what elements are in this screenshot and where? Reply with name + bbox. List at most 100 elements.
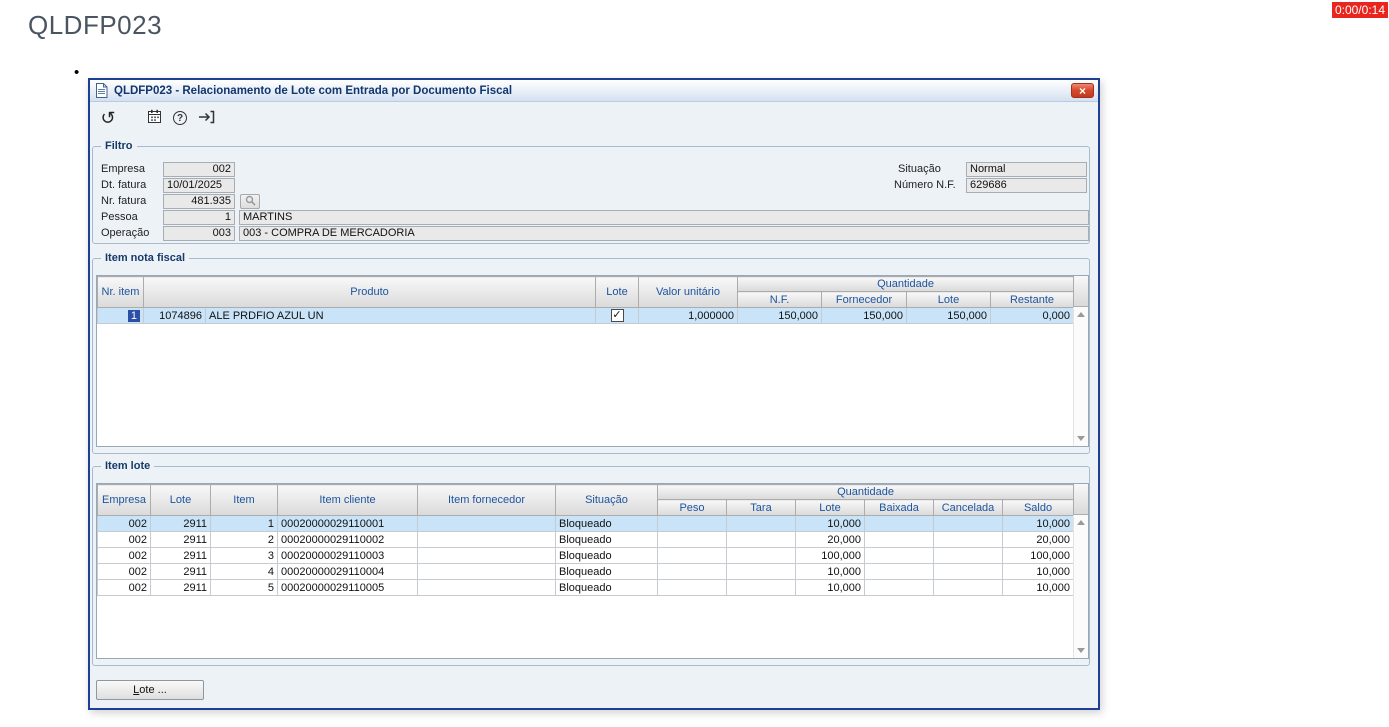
cell-item[interactable]: 4: [210, 563, 278, 580]
cell-cancelada[interactable]: [933, 515, 1003, 532]
cell-saldo[interactable]: 100,000: [1001, 547, 1075, 564]
cell-lote-qtd[interactable]: 100,000: [795, 547, 865, 564]
cell-tara[interactable]: [726, 515, 796, 532]
cell-cancelada[interactable]: [933, 531, 1003, 548]
cell-baixada[interactable]: [864, 547, 934, 564]
lote-row[interactable]: 002 2911 5 00020000029110005 Bloqueado 1…: [97, 579, 1075, 596]
undo-button[interactable]: ↺: [98, 108, 118, 128]
cell-situacao[interactable]: Bloqueado: [555, 515, 658, 532]
cell-peso[interactable]: [657, 515, 727, 532]
scroll-down-icon[interactable]: [1077, 648, 1085, 653]
cell-lote-qtd[interactable]: 10,000: [795, 579, 865, 596]
cell-item-cliente[interactable]: 00020000029110004: [277, 563, 418, 580]
cell-item-fornecedor[interactable]: [417, 515, 556, 532]
cell-peso[interactable]: [657, 547, 727, 564]
cell-baixada[interactable]: [864, 563, 934, 580]
vertical-scrollbar[interactable]: [1073, 307, 1088, 446]
cell-qtd-restante[interactable]: 0,000: [989, 307, 1075, 324]
cell-lote-qtd[interactable]: 20,000: [795, 531, 865, 548]
cell-lote-qtd[interactable]: 10,000: [795, 515, 865, 532]
cell-item[interactable]: 3: [210, 547, 278, 564]
cell-lote-checkbox[interactable]: ✓: [595, 307, 639, 324]
cell-empresa[interactable]: 002: [97, 515, 151, 532]
cell-lote[interactable]: 2911: [150, 547, 211, 564]
cell-empresa[interactable]: 002: [97, 547, 151, 564]
cell-empresa[interactable]: 002: [97, 531, 151, 548]
cell-tara[interactable]: [726, 547, 796, 564]
cell-tara[interactable]: [726, 579, 796, 596]
cell-item[interactable]: 5: [210, 579, 278, 596]
cell-valor-unitario[interactable]: 1,000000: [638, 307, 738, 324]
cell-produto-codigo[interactable]: 1074896: [143, 307, 206, 324]
situacao-field[interactable]: Normal: [966, 162, 1087, 177]
cell-situacao[interactable]: Bloqueado: [555, 579, 658, 596]
calendar-button[interactable]: [144, 108, 164, 128]
nr-fatura-field[interactable]: 481.935: [163, 194, 235, 209]
cell-saldo[interactable]: 20,000: [1001, 531, 1075, 548]
dt-fatura-field[interactable]: 10/01/2025: [163, 178, 235, 193]
cell-situacao[interactable]: Bloqueado: [555, 531, 658, 548]
scroll-down-icon[interactable]: [1077, 436, 1085, 441]
lote-row[interactable]: 002 2911 3 00020000029110003 Bloqueado 1…: [97, 547, 1075, 564]
cell-item-cliente[interactable]: 00020000029110001: [277, 515, 418, 532]
operacao-desc-field[interactable]: 003 - COMPRA DE MERCADORIA: [239, 226, 1089, 241]
checkbox-checked-icon[interactable]: ✓: [610, 309, 624, 322]
pessoa-field[interactable]: 1: [163, 210, 235, 225]
pessoa-nome-field[interactable]: MARTINS: [239, 210, 1089, 225]
cell-baixada[interactable]: [864, 579, 934, 596]
cell-item[interactable]: 2: [210, 531, 278, 548]
cell-produto-descricao[interactable]: ALE PRDFIO AZUL UN: [205, 307, 596, 324]
cell-tara[interactable]: [726, 531, 796, 548]
cell-lote[interactable]: 2911: [150, 563, 211, 580]
cell-cancelada[interactable]: [933, 579, 1003, 596]
cell-peso[interactable]: [657, 531, 727, 548]
scroll-up-icon[interactable]: [1077, 312, 1085, 317]
lote-row[interactable]: 002 2911 4 00020000029110004 Bloqueado 1…: [97, 563, 1075, 580]
cell-empresa[interactable]: 002: [97, 579, 151, 596]
cell-qtd-nf[interactable]: 150,000: [737, 307, 822, 324]
cell-saldo[interactable]: 10,000: [1001, 579, 1075, 596]
nota-fiscal-row[interactable]: 1 1074896 ALE PRDFIO AZUL UN ✓ 1,000000 …: [97, 307, 1075, 324]
cell-cancelada[interactable]: [933, 547, 1003, 564]
cell-item-cliente[interactable]: 00020000029110002: [277, 531, 418, 548]
cell-lote[interactable]: 2911: [150, 515, 211, 532]
cell-lote[interactable]: 2911: [150, 531, 211, 548]
cell-item-fornecedor[interactable]: [417, 531, 556, 548]
cell-baixada[interactable]: [864, 531, 934, 548]
cell-situacao[interactable]: Bloqueado: [555, 563, 658, 580]
cell-cancelada[interactable]: [933, 563, 1003, 580]
cell-empresa[interactable]: 002: [97, 563, 151, 580]
cell-saldo[interactable]: 10,000: [1001, 515, 1075, 532]
cell-item-fornecedor[interactable]: [417, 579, 556, 596]
exit-icon: [198, 110, 215, 127]
lote-row[interactable]: 002 2911 2 00020000029110002 Bloqueado 2…: [97, 531, 1075, 548]
numero-nf-field[interactable]: 629686: [966, 178, 1087, 193]
empresa-field[interactable]: 002: [163, 162, 235, 177]
lookup-button[interactable]: [240, 194, 260, 209]
close-button[interactable]: ×: [1071, 83, 1094, 98]
cell-tara[interactable]: [726, 563, 796, 580]
cell-item-fornecedor[interactable]: [417, 547, 556, 564]
cell-baixada[interactable]: [864, 515, 934, 532]
exit-button[interactable]: [196, 108, 216, 128]
operacao-field[interactable]: 003: [163, 226, 235, 241]
cell-item-cliente[interactable]: 00020000029110003: [277, 547, 418, 564]
cell-item-cliente[interactable]: 00020000029110005: [277, 579, 418, 596]
vertical-scrollbar[interactable]: [1073, 515, 1088, 658]
cell-saldo[interactable]: 10,000: [1001, 563, 1075, 580]
scroll-up-icon[interactable]: [1077, 520, 1085, 525]
cell-item-fornecedor[interactable]: [417, 563, 556, 580]
cell-situacao[interactable]: Bloqueado: [555, 547, 658, 564]
lote-button[interactable]: Lote ...: [96, 680, 204, 700]
help-button[interactable]: ?: [170, 108, 190, 128]
cell-qtd-lote[interactable]: 150,000: [906, 307, 991, 324]
cell-lote-qtd[interactable]: 10,000: [795, 563, 865, 580]
cell-peso[interactable]: [657, 579, 727, 596]
cell-qtd-fornecedor[interactable]: 150,000: [821, 307, 907, 324]
cell-peso[interactable]: [657, 563, 727, 580]
lote-row[interactable]: 002 2911 1 00020000029110001 Bloqueado 1…: [97, 515, 1075, 532]
cell-lote[interactable]: 2911: [150, 579, 211, 596]
cell-item[interactable]: 1: [210, 515, 278, 532]
dialog-titlebar[interactable]: QLDFP023 - Relacionamento de Lote com En…: [90, 80, 1098, 102]
cell-nr-item[interactable]: 1: [97, 307, 144, 324]
